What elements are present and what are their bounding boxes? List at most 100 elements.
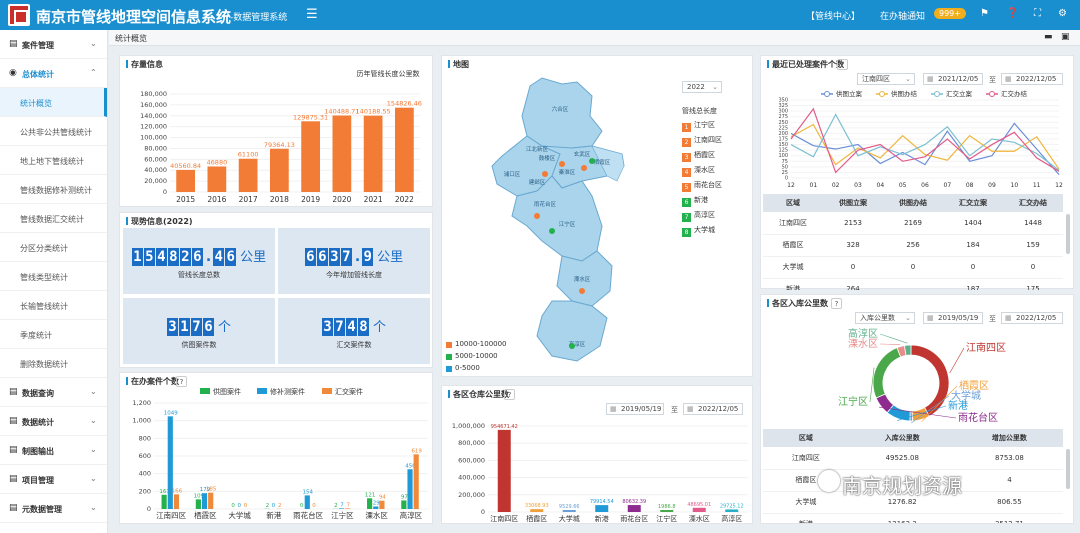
sidebar-item-14[interactable]: ▤ ⌄ 制图输出 [0, 436, 107, 465]
recent-series-line[interactable] [790, 113, 1060, 171]
sidebar-item-10[interactable]: 季度统计 [0, 320, 107, 349]
fullscreen-icon[interactable]: ⛶ [1034, 8, 1041, 19]
warehouse-bar[interactable] [692, 507, 706, 512]
warehouse-bar-label: 48695.01 [687, 502, 711, 508]
table-header-cell[interactable]: 增加公里数 [955, 429, 1063, 447]
notice-badge[interactable]: 999+ [934, 8, 966, 19]
sidebar-item-16[interactable]: ▤ ⌄ 元数据管理 [0, 494, 107, 523]
table-header-cell[interactable]: 供图立案 [823, 194, 883, 212]
table-row[interactable]: 江南四区 2153 2169 1404 1448 [763, 212, 1063, 235]
recent-legend-label[interactable]: 汇交立案 [946, 89, 973, 98]
cases-bar[interactable] [373, 506, 379, 509]
recent-legend-label[interactable]: 供图办结 [891, 89, 918, 98]
cases-bar[interactable] [345, 508, 351, 509]
warehouse-bar[interactable] [660, 510, 674, 512]
sidebar-item-3[interactable]: 公共非公共管线统计 [0, 117, 107, 146]
recent-table-scrollbar[interactable] [1066, 214, 1070, 254]
center-label[interactable]: 【管线中心】 [806, 9, 860, 22]
table-row[interactable]: 栖霞区 328 256 184 159 [763, 234, 1063, 257]
cases-bar[interactable] [407, 469, 413, 509]
sidebar-item-13[interactable]: ▤ ⌄ 数据统计 [0, 407, 107, 436]
table-row[interactable]: 大学城 0 0 0 0 [763, 256, 1063, 279]
cases-legend-label[interactable]: 供图案件 [213, 387, 241, 396]
sidebar-item-7[interactable]: 分区分类统计 [0, 233, 107, 262]
stock-bar[interactable] [332, 115, 352, 192]
sidebar-item-4[interactable]: 地上地下管线统计 [0, 146, 107, 175]
table-header-cell[interactable]: 供图办结 [883, 194, 943, 212]
inbound-slice[interactable] [910, 344, 950, 417]
cases-bar[interactable] [367, 498, 373, 509]
table-header-cell[interactable]: 区域 [763, 429, 849, 447]
table-row[interactable]: 江南四区 49525.08 8753.08 [763, 447, 1063, 470]
print-icon[interactable]: ▬ [1044, 32, 1053, 42]
cases-legend-label[interactable]: 汇交案件 [335, 387, 363, 396]
warehouse-bar[interactable] [595, 505, 609, 512]
map-district-item[interactable]: 1 江宁区 [682, 120, 715, 132]
map-district-item[interactable]: 2 江南四区 [682, 135, 722, 147]
sidebar-item-0[interactable]: ▤ ⌄ 案件管理 [0, 30, 107, 59]
cases-bar[interactable] [173, 494, 180, 509]
stat-unit: 个 [217, 320, 231, 335]
map-district-item[interactable]: 8 大学城 [682, 225, 715, 237]
stock-bar[interactable] [176, 169, 195, 192]
close-tab-icon[interactable]: ▣ [1061, 32, 1070, 42]
settings-icon[interactable]: ⚙ [1058, 8, 1067, 19]
sidebar-item-5[interactable]: 管线数据修补测统计 [0, 175, 107, 204]
stock-bar[interactable] [270, 148, 289, 192]
cases-bar[interactable] [208, 492, 214, 509]
cases-bar[interactable] [401, 500, 407, 509]
sidebar-item-17[interactable]: ▤⌄历史数据 [0, 523, 107, 533]
table-header-cell[interactable]: 汇交立案 [943, 194, 1003, 212]
stock-bar[interactable] [395, 107, 414, 192]
inbound-table-scrollbar[interactable] [1066, 449, 1070, 489]
map-district-item[interactable]: 5 雨花台区 [682, 180, 722, 192]
sidebar-item-12[interactable]: ▤ ⌄ 数据查询 [0, 378, 107, 407]
cases-bar[interactable] [304, 495, 310, 509]
recent-legend-label[interactable]: 供图立案 [836, 89, 863, 98]
table-header-cell[interactable]: 区域 [763, 194, 823, 212]
table-cell: 175 [1003, 278, 1063, 290]
stock-bar[interactable] [207, 166, 227, 192]
map-district-item[interactable]: 7 高淳区 [682, 210, 715, 222]
menu-toggle-icon[interactable]: ☰ [306, 7, 318, 22]
cases-bar[interactable] [167, 416, 173, 509]
sidebar-item-1[interactable]: ◉ ⌃ 总体统计 [0, 59, 107, 88]
flag-icon[interactable]: ⚑ [980, 8, 989, 19]
inbound-slice[interactable] [872, 347, 902, 399]
cases-bar[interactable] [413, 454, 419, 509]
table-row[interactable]: 新港 264 187 175 [763, 278, 1063, 290]
sidebar-item-15[interactable]: ▤ ⌄ 项目管理 [0, 465, 107, 494]
sidebar-item-2[interactable]: 统计概览 [0, 88, 107, 117]
recent-legend-label[interactable]: 汇交办结 [1001, 89, 1028, 98]
cases-bar[interactable] [195, 499, 201, 509]
stock-bar[interactable] [363, 115, 383, 192]
warehouse-bar-label: 33068.93 [525, 503, 549, 509]
cases-bar[interactable] [379, 500, 385, 509]
recent-series-line[interactable] [790, 123, 1060, 170]
warehouse-bar[interactable] [627, 505, 641, 512]
warehouse-bar[interactable] [530, 509, 544, 512]
sidebar-item-8[interactable]: 管线类型统计 [0, 262, 107, 291]
cases-bar[interactable] [338, 508, 345, 509]
table-header-cell[interactable]: 汇交办结 [1003, 194, 1063, 212]
cases-legend-label[interactable]: 修补测案件 [270, 387, 305, 396]
stock-bar[interactable] [301, 121, 320, 192]
warehouse-bar[interactable] [497, 429, 511, 512]
sidebar-item-11[interactable]: 删除数据统计 [0, 349, 107, 378]
map-district-item[interactable]: 3 栖霞区 [682, 150, 715, 162]
sidebar-item-6[interactable]: 管线数据汇交统计 [0, 204, 107, 233]
cases-bar[interactable] [161, 494, 167, 509]
warehouse-bar[interactable] [725, 509, 739, 512]
help-icon[interactable]: ❓ [1006, 8, 1018, 19]
map-district-item[interactable]: 6 新港 [682, 195, 708, 207]
warehouse-bar[interactable] [562, 510, 576, 512]
table-header-cell[interactable]: 入库公里数 [848, 429, 956, 447]
recent-series-line[interactable] [790, 107, 1060, 174]
notice-label[interactable]: 在办轴通知 [880, 9, 925, 22]
map-district-item[interactable]: 4 溧水区 [682, 165, 715, 177]
tab-overview[interactable]: 统计概览 [115, 33, 147, 44]
table-row[interactable]: 新港12162.33512.71 [763, 513, 1063, 523]
stock-bar[interactable] [238, 158, 258, 192]
sidebar-item-9[interactable]: 长输管线统计 [0, 291, 107, 320]
cases-bar[interactable] [201, 493, 208, 509]
